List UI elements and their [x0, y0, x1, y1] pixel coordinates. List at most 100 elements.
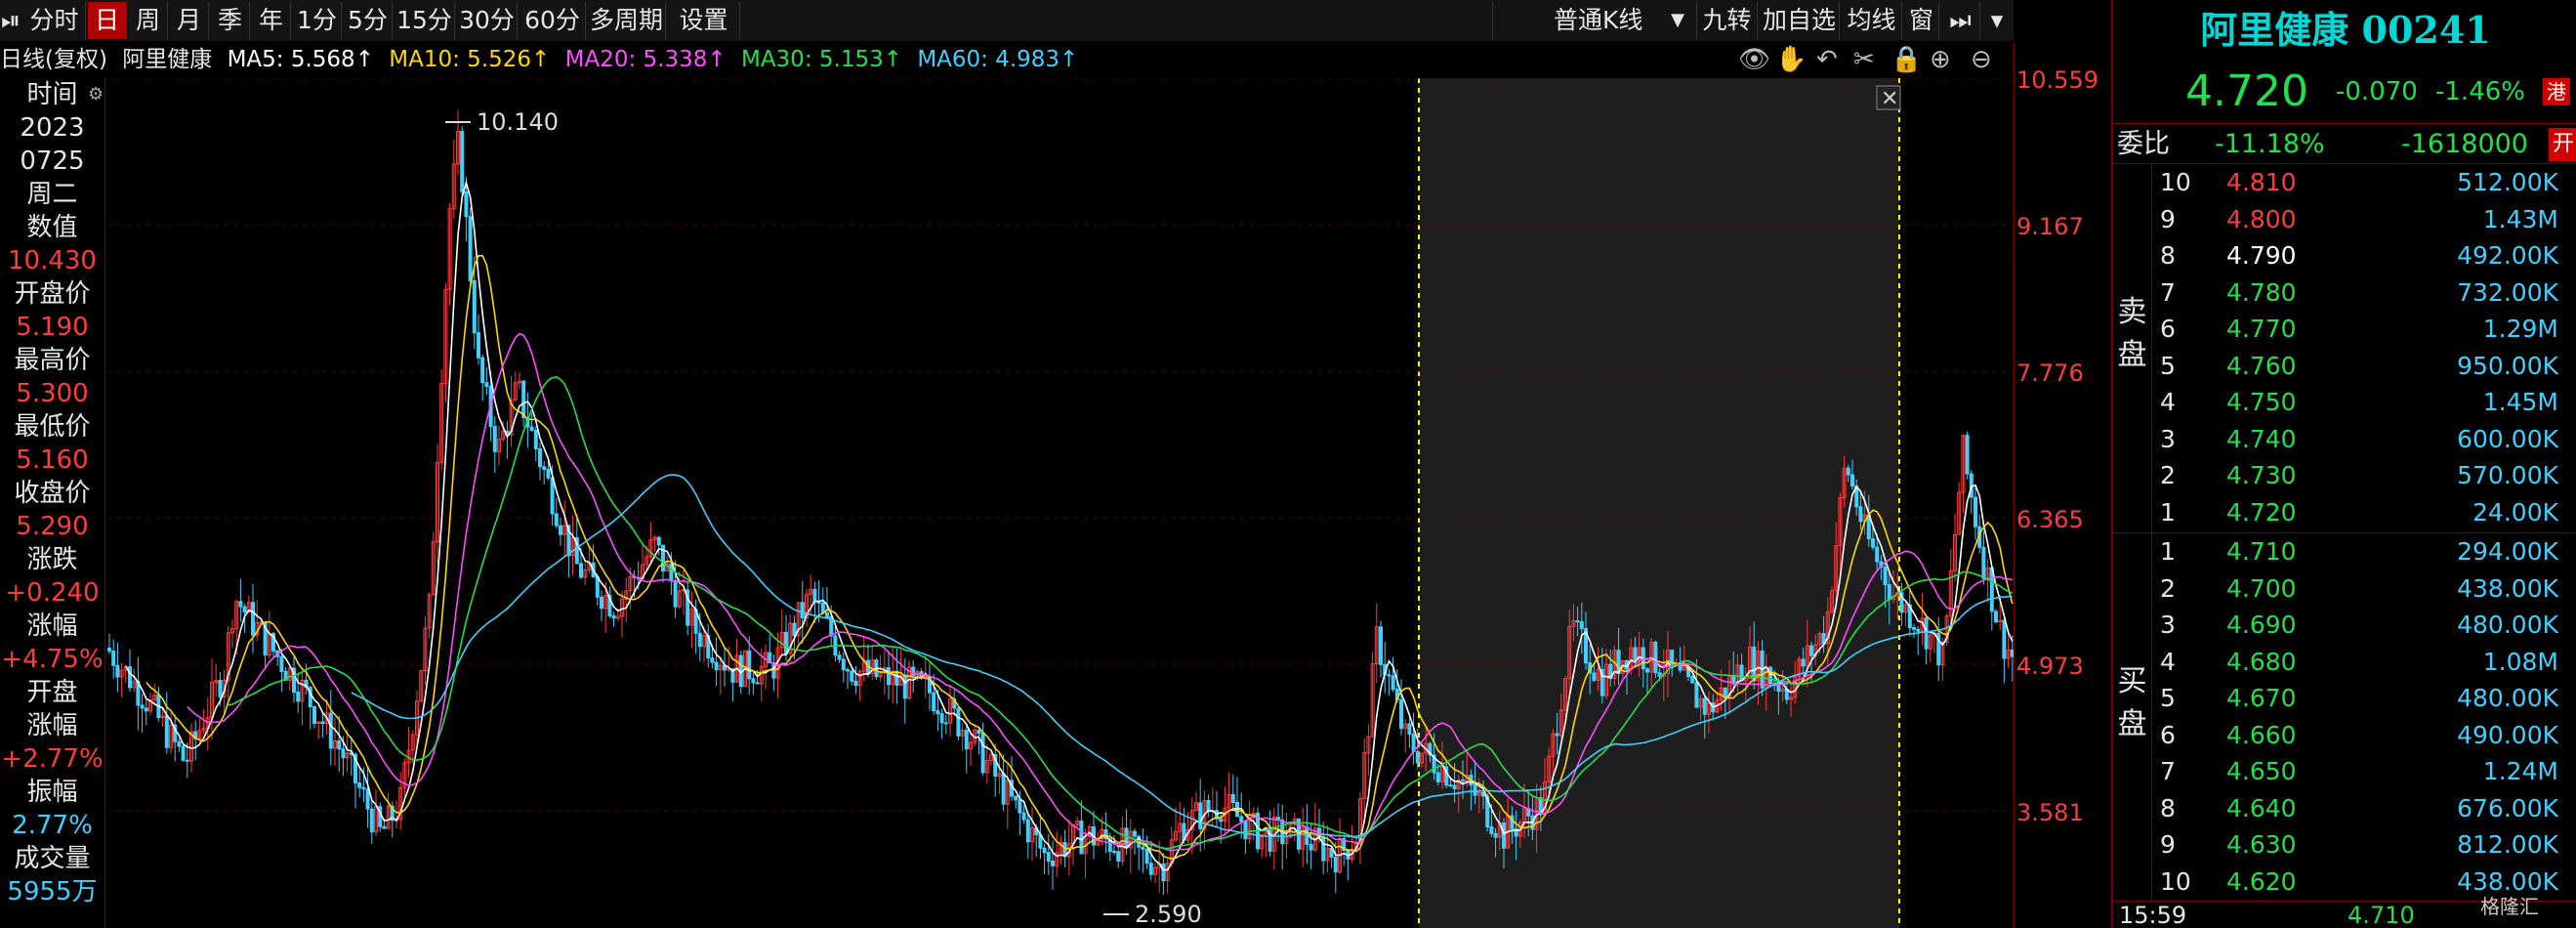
- orderbook-row[interactable]: 9 4.630 812.00K: [2156, 826, 2576, 864]
- candle-body: [943, 722, 948, 725]
- lock-icon[interactable]: 🔒: [1890, 45, 1922, 74]
- close-overlay-button: ✕: [1876, 85, 1901, 111]
- candle-body: [1883, 567, 1888, 586]
- orderbook-row[interactable]: 4 4.750 1.45M: [2156, 384, 2576, 421]
- tab-quarterly[interactable]: 季: [211, 2, 250, 39]
- orderbook-row[interactable]: 9 4.800 1.43M: [2156, 201, 2576, 238]
- order-price: 4.720: [2226, 497, 2297, 527]
- tab-intraday[interactable]: 分时: [23, 2, 86, 39]
- settings-gear-icon[interactable]: ⚙: [88, 84, 104, 105]
- tab-daily[interactable]: 日: [88, 2, 127, 39]
- tab-15min[interactable]: 15分: [395, 2, 455, 39]
- candle-body: [846, 669, 850, 672]
- expand-icon[interactable]: ⏭: [1941, 2, 1980, 39]
- candle-body: [1333, 856, 1338, 873]
- order-price: 4.730: [2226, 461, 2297, 489]
- tab-yearly[interactable]: 年: [252, 2, 291, 39]
- kline-type-select[interactable]: 普通K线 ▼: [1492, 2, 1697, 39]
- zoom-in-icon[interactable]: ⊕: [1930, 45, 1951, 74]
- order-price: 4.750: [2226, 388, 2297, 416]
- candle-body: [1411, 734, 1416, 752]
- orderbook-row[interactable]: 1 4.710 294.00K: [2156, 533, 2576, 570]
- menu-dropdown-icon[interactable]: ▾: [1982, 2, 2012, 39]
- orderbook-row[interactable]: 8 4.790 492.00K: [2156, 237, 2576, 274]
- hand-icon[interactable]: ✋: [1775, 45, 1807, 74]
- kline-chart[interactable]: 10.140 2.590 ✕: [107, 78, 2014, 928]
- candle-body: [1161, 863, 1166, 882]
- orderbook-row[interactable]: 6 4.770 1.29M: [2156, 311, 2576, 348]
- tab-settings[interactable]: 设置: [668, 2, 740, 39]
- orderbook-row[interactable]: 1 4.720 24.00K: [2156, 494, 2576, 531]
- tab-60min[interactable]: 60分: [519, 2, 586, 39]
- tab-multi-period[interactable]: 多周期: [588, 2, 666, 39]
- orderbook-row[interactable]: 2 4.730 570.00K: [2156, 457, 2576, 494]
- orderbook-row[interactable]: 7 4.650 1.24M: [2156, 753, 2576, 790]
- window-button[interactable]: 窗: [1904, 2, 1939, 39]
- candle-body: [251, 602, 255, 636]
- orderbook-row[interactable]: 8 4.640 676.00K: [2156, 790, 2576, 827]
- tab-monthly[interactable]: 月: [170, 2, 209, 39]
- buy-side-label-text: 买盘: [2117, 664, 2147, 741]
- candle-body: [1144, 848, 1149, 865]
- order-price: 4.680: [2226, 647, 2297, 676]
- candle-body: [1965, 435, 1970, 475]
- candle-body: [320, 721, 325, 725]
- candle-body: [546, 468, 551, 479]
- high-label: 最高价: [14, 346, 91, 375]
- level: 10: [2160, 168, 2191, 196]
- close-label: 收盘价: [14, 479, 91, 508]
- candle-body: [932, 692, 936, 712]
- tab-5min[interactable]: 5分: [344, 2, 393, 39]
- orderbook-row[interactable]: 7 4.780 732.00K: [2156, 274, 2576, 312]
- zoom-out-icon[interactable]: ⊖: [1971, 45, 1992, 74]
- candle-body: [747, 650, 752, 680]
- candle-body: [1461, 780, 1465, 782]
- ma60-label: MA60: 4.983↑: [917, 47, 1079, 72]
- candle-body: [1994, 611, 1998, 623]
- candle-body: [464, 190, 469, 218]
- level: 2: [2160, 461, 2176, 489]
- candle-body: [600, 596, 603, 610]
- candle-body: [1575, 620, 1580, 623]
- orderbook-row[interactable]: 3 4.690 480.00K: [2156, 607, 2576, 644]
- candle-body: [529, 426, 534, 432]
- order-book-panel: 阿里健康 00241 4.720 -0.070 -1.46% 港 委比 -11.…: [2111, 0, 2576, 928]
- candle-body: [1133, 830, 1137, 837]
- order-volume: 294.00K: [2457, 537, 2558, 566]
- order-volume: 24.00K: [2472, 497, 2558, 527]
- play-icon[interactable]: ⏯: [0, 2, 21, 39]
- candle-body: [673, 579, 678, 608]
- candle-body: [361, 786, 366, 790]
- orderbook-row[interactable]: 3 4.740 600.00K: [2156, 421, 2576, 458]
- eye-icon[interactable]: 👁: [1738, 45, 1770, 74]
- candle-body: [1399, 698, 1403, 730]
- tab-1min[interactable]: 1分: [293, 2, 342, 39]
- level: 7: [2160, 277, 2176, 307]
- tab-weekly[interactable]: 周: [129, 2, 168, 39]
- open-button[interactable]: 开: [2549, 128, 2576, 161]
- price-row: 4.720 -0.070 -1.46% 港: [2113, 63, 2576, 121]
- orderbook-row[interactable]: 6 4.660 490.00K: [2156, 717, 2576, 754]
- ma-button[interactable]: 均线: [1842, 2, 1902, 39]
- orderbook-row[interactable]: 5 4.760 950.00K: [2156, 348, 2576, 385]
- scissors-icon[interactable]: ✂: [1853, 45, 1875, 74]
- nine-turn-button[interactable]: 九转: [1697, 2, 1758, 39]
- order-price: 4.810: [2226, 168, 2297, 196]
- tab-30min[interactable]: 30分: [457, 2, 518, 39]
- orderbook-row[interactable]: 5 4.670 480.00K: [2156, 680, 2576, 717]
- candle-body: [850, 670, 854, 682]
- price-change-pct: -1.46%: [2435, 77, 2525, 106]
- order-volume: 1.43M: [2482, 204, 2558, 233]
- level: 7: [2160, 757, 2176, 785]
- add-watchlist-button[interactable]: 加自选: [1760, 2, 1840, 39]
- candle-body: [279, 655, 284, 672]
- orderbook-row[interactable]: 10 4.810 512.00K: [2156, 164, 2576, 201]
- undo-icon[interactable]: ↶: [1816, 45, 1838, 74]
- orderbook-row[interactable]: 4 4.680 1.08M: [2156, 644, 2576, 681]
- candle-body: [816, 601, 821, 604]
- level: 8: [2160, 793, 2176, 823]
- orderbook-row[interactable]: 2 4.700 438.00K: [2156, 570, 2576, 608]
- candle-body: [1768, 666, 1772, 685]
- candle-body: [751, 678, 756, 684]
- order-price: 4.770: [2226, 315, 2297, 343]
